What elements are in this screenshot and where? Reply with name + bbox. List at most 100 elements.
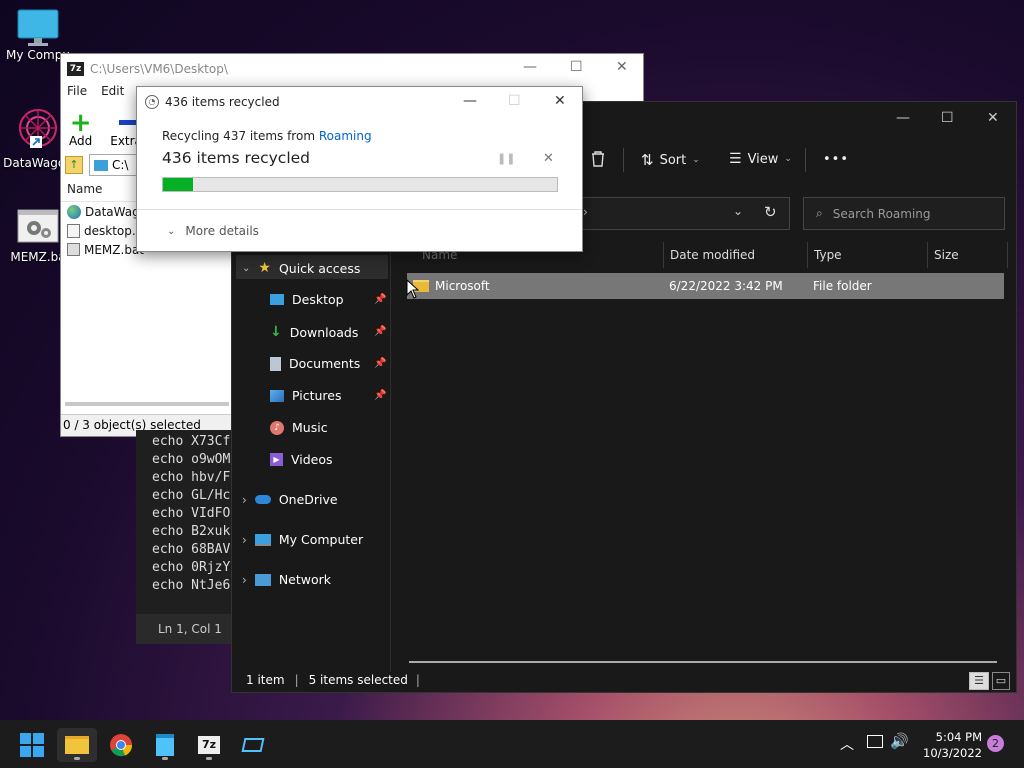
add-button[interactable]: + Add [69, 110, 92, 148]
pause-button[interactable]: ❚❚ [497, 152, 515, 165]
nav-downloads[interactable]: ↓ Downloads [270, 324, 358, 340]
tiles-view-button[interactable]: ▭ [992, 672, 1010, 690]
desktop-folder-icon [270, 294, 284, 305]
nav-quick-access[interactable]: ⌄ ★ Quick access [242, 260, 360, 276]
close-button[interactable]: ✕ [616, 59, 628, 75]
text-line[interactable]: echo hbv/F [136, 470, 236, 488]
more-options-button[interactable]: ••• [823, 152, 849, 167]
chevron-down-icon: ⌄ [167, 225, 176, 237]
text-line[interactable]: echo NtJe6 [136, 578, 236, 596]
menu-edit[interactable]: Edit [101, 84, 124, 102]
network-icon [254, 573, 271, 586]
text-line[interactable]: echo GL/Hc [136, 488, 236, 506]
chevron-down-icon: ⌄ [692, 155, 700, 165]
cloud-icon [254, 495, 271, 504]
view-icon: ☰ [729, 151, 742, 167]
nav-network[interactable]: › Network [242, 572, 331, 587]
nav-documents[interactable]: Documents [270, 356, 360, 371]
chevron-right-icon: › [242, 572, 247, 587]
nav-my-computer[interactable]: › My Computer [242, 532, 363, 547]
search-icon: ⌕ [816, 206, 823, 220]
text-line[interactable]: echo X73Cf [136, 434, 236, 452]
text-line[interactable]: echo B2xuk [136, 524, 236, 542]
status-separator: | [294, 673, 299, 687]
picture-icon [270, 389, 284, 402]
chevron-up-icon[interactable]: ︿ [840, 734, 854, 754]
clock[interactable]: 5:04 PM 10/3/2022 [916, 729, 982, 761]
minimize-button[interactable]: — [896, 110, 910, 126]
notification-badge[interactable]: 2 [987, 735, 1004, 752]
chevron-right-icon: › [583, 205, 588, 219]
progress-fill [163, 178, 193, 191]
pane-divider [390, 242, 391, 672]
chevron-right-icon: › [242, 492, 247, 507]
horizontal-scrollbar[interactable] [65, 402, 229, 406]
nav-label: Downloads [289, 324, 359, 340]
file-name: MEMZ.bat [84, 242, 144, 257]
text-line[interactable]: echo VIdFO [136, 506, 236, 524]
sort-button[interactable]: ⇅ Sort ⌄ [641, 151, 700, 169]
7zip-icon: 7z [198, 736, 220, 754]
nav-music[interactable]: ♪ Music [270, 420, 328, 435]
column-separator [1007, 242, 1008, 268]
volume-icon[interactable]: 🔊 [890, 732, 909, 750]
horizontal-scrollbar[interactable] [409, 661, 997, 663]
running-indicator [206, 757, 212, 760]
maximize-button[interactable]: ☐ [508, 93, 521, 109]
nav-desktop[interactable]: Desktop [270, 292, 344, 307]
music-icon: ♪ [270, 420, 284, 435]
column-header-date[interactable]: Date modified [670, 248, 755, 262]
7zip-titlebar: 7z C:\Users\VM6\Desktop\ [61, 54, 643, 84]
nav-pictures[interactable]: Pictures [270, 388, 342, 403]
mouse-cursor-icon [406, 279, 419, 299]
cancel-button[interactable]: ✕ [543, 151, 554, 166]
video-icon: ▶ [270, 453, 283, 466]
up-folder-icon[interactable]: ↑ [65, 156, 83, 174]
network-icon[interactable] [867, 735, 883, 748]
file-row[interactable]: Microsoft 6/22/2022 3:42 PM File folder [407, 273, 1004, 299]
start-button[interactable] [12, 728, 52, 762]
taskbar-chrome[interactable] [101, 728, 141, 762]
source-folder-link[interactable]: Roaming [319, 129, 372, 143]
text-line[interactable]: echo 68BAV [136, 542, 236, 560]
taskbar-file-explorer[interactable] [57, 728, 97, 762]
taskbar-app[interactable] [233, 728, 273, 762]
pin-icon: 📌 [374, 294, 387, 305]
taskbar-notepad[interactable] [145, 728, 185, 762]
view-button[interactable]: ☰ View ⌄ [729, 151, 792, 167]
refresh-icon[interactable]: ↻ [764, 203, 777, 221]
delete-button[interactable] [590, 150, 606, 168]
column-header-size[interactable]: Size [934, 248, 959, 262]
chevron-down-icon: ⌄ [242, 262, 251, 274]
taskbar-7zip[interactable]: 7z [189, 728, 229, 762]
maximize-button[interactable]: ☐ [941, 110, 954, 126]
minimize-button[interactable]: — [463, 93, 477, 109]
close-button[interactable]: ✕ [554, 93, 566, 109]
search-box[interactable]: ⌕ Search Roaming [803, 197, 1005, 230]
chrome-icon [110, 734, 133, 757]
recycle-progress-dialog: ◔ 436 items recycled — ☐ ✕ Recycling 437… [136, 86, 583, 252]
7zip-title: C:\Users\VM6\Desktop\ [90, 62, 228, 76]
text-line[interactable]: echo 0RjzY [136, 560, 236, 578]
clock-date: 10/3/2022 [923, 746, 982, 760]
nav-label: OneDrive [278, 492, 338, 507]
progress-bar [162, 177, 558, 192]
download-arrow-icon: ↓ [270, 324, 282, 340]
mandala-icon [16, 106, 60, 152]
more-details-toggle[interactable]: ⌄ More details [167, 224, 259, 238]
clock-time: 5:04 PM [935, 730, 982, 744]
history-dropdown-icon[interactable]: ⌄ [733, 204, 743, 218]
notepad-window: echo X73Cf echo o9wOM echo hbv/F echo GL… [136, 430, 236, 644]
address-bar[interactable]: › ⌄ ↻ [580, 197, 790, 230]
minimize-button[interactable]: — [523, 59, 537, 75]
menu-file[interactable]: File [67, 84, 87, 102]
text-line[interactable]: echo o9wOM [136, 452, 236, 470]
maximize-button[interactable]: ☐ [570, 59, 583, 75]
nav-videos[interactable]: ▶ Videos [270, 452, 333, 467]
nav-onedrive[interactable]: › OneDrive [242, 492, 338, 507]
nav-label: Videos [291, 452, 333, 467]
nav-label: Documents [289, 356, 361, 371]
close-button[interactable]: ✕ [987, 110, 999, 126]
details-view-button[interactable]: ☰ [969, 672, 989, 690]
column-header-type[interactable]: Type [814, 248, 842, 262]
